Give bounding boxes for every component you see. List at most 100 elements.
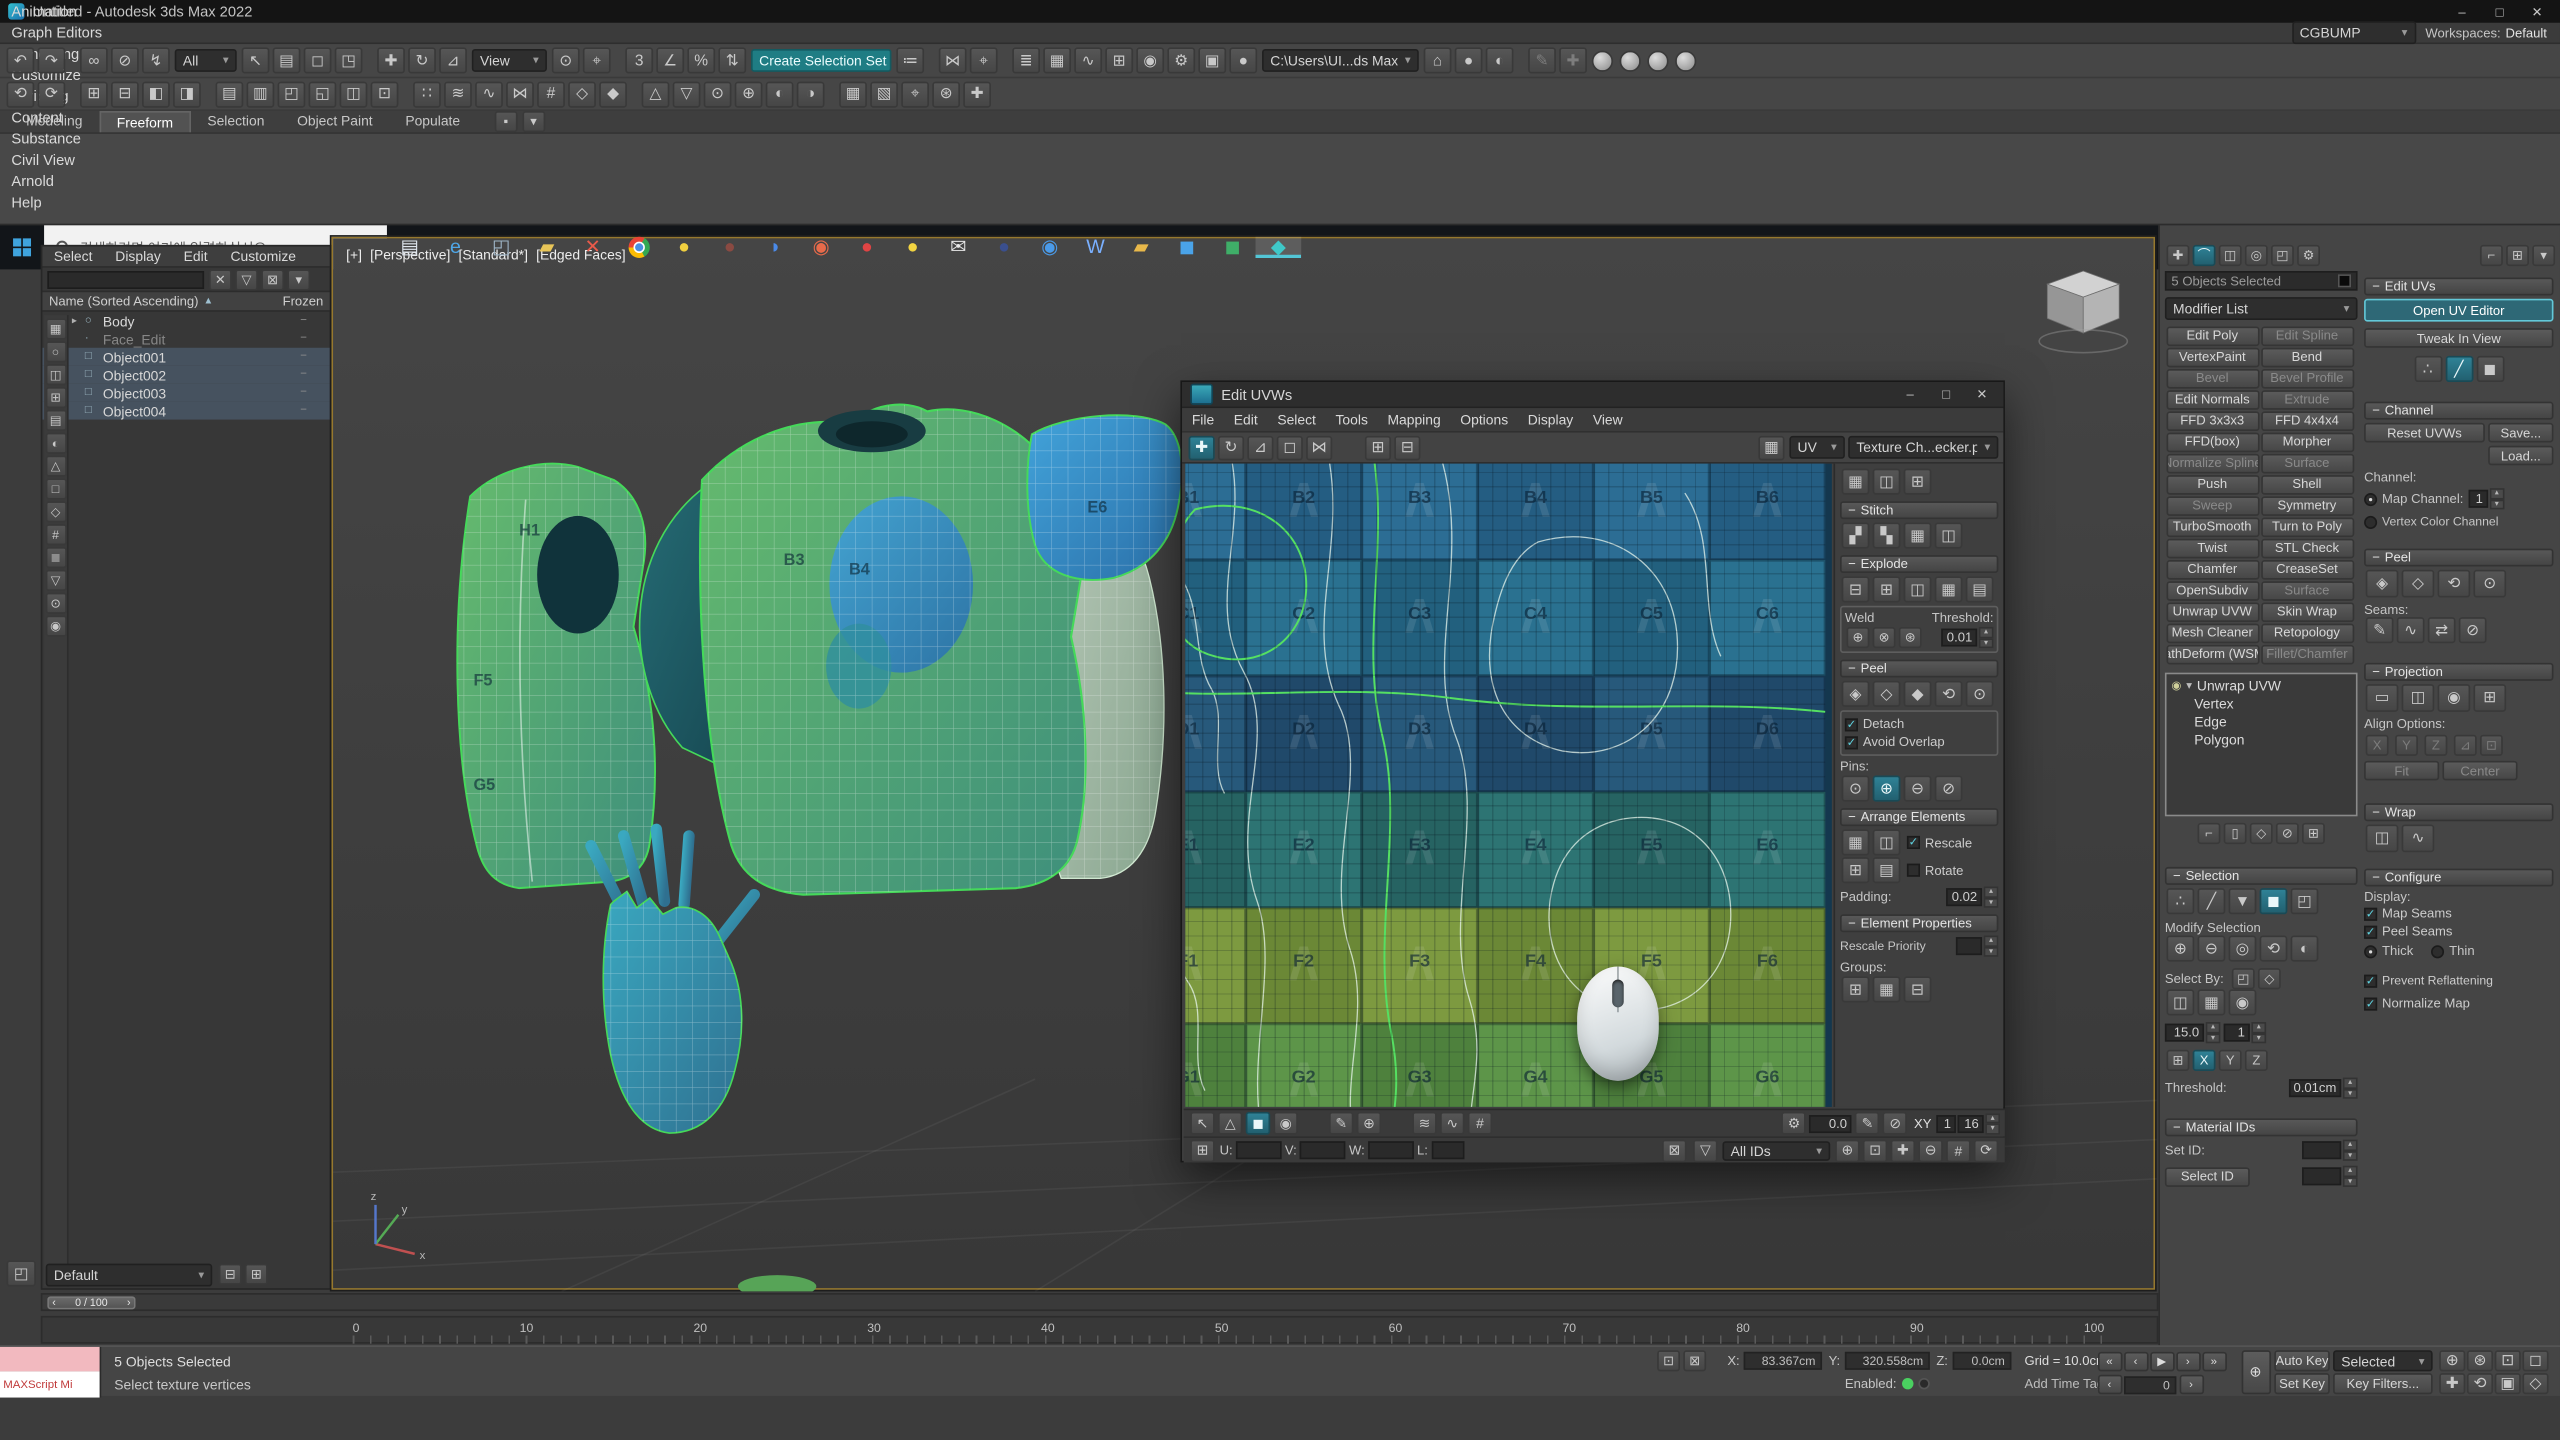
grid-size-value[interactable]: 16 <box>1958 1114 1984 1132</box>
frozen-column-header[interactable]: Frozen <box>283 294 324 309</box>
yellow-app-icon[interactable]: ● <box>661 237 707 258</box>
flatten-icon[interactable]: ▤ <box>1966 576 1994 602</box>
undo-icon[interactable]: ↶ <box>7 47 35 73</box>
name-column-header[interactable]: Name (Sorted Ascending) <box>49 294 199 309</box>
extras-icon-28[interactable]: ⌖ <box>901 81 929 107</box>
u-field[interactable] <box>1236 1141 1282 1159</box>
uvw-maximize-button[interactable]: □ <box>1931 384 1960 404</box>
ribbon-tab[interactable]: Selection <box>191 110 281 131</box>
peel-reset2-icon[interactable]: ⟲ <box>2438 570 2471 598</box>
loop-icon[interactable]: ⟲ <box>2260 936 2288 962</box>
wrap-cylinder-icon[interactable]: ◫ <box>2366 824 2399 852</box>
extras-icon-19[interactable]: ◆ <box>599 81 627 107</box>
extras-icon-3[interactable]: ⊞ <box>80 81 108 107</box>
extras-icon-22[interactable]: ⊙ <box>704 81 732 107</box>
uv-brush-icon[interactable]: ✎ <box>1855 1112 1879 1135</box>
isolate-selection-icon[interactable]: ⊡ <box>1657 1350 1680 1371</box>
rect-selection-icon[interactable]: ◻ <box>304 47 332 73</box>
explorer-search-input[interactable] <box>47 270 204 288</box>
modifier-button[interactable]: Surface <box>2260 453 2353 473</box>
modifier-button[interactable]: FFD 3x3x3 <box>2166 411 2259 431</box>
uv-move-icon[interactable]: ✚ <box>1189 435 1215 459</box>
configure-sets-icon[interactable]: ⊞ <box>2302 823 2325 844</box>
selection-set-key-dropdown[interactable]: Selected▾ <box>2333 1350 2433 1371</box>
viewcube[interactable] <box>2039 271 2127 353</box>
set-keys-button[interactable]: ⊕ <box>2241 1350 2270 1394</box>
material-ball-1-icon[interactable]: ● <box>1592 50 1613 71</box>
weld-all-icon[interactable]: ⊛ <box>1899 627 1922 648</box>
listener-macro-row[interactable] <box>0 1347 100 1371</box>
unlink-icon[interactable]: ⊘ <box>111 47 139 73</box>
map-channel-radio[interactable] <box>2364 492 2377 505</box>
modifier-button[interactable]: Mesh Cleaner <box>2166 623 2259 643</box>
extras-icon-7[interactable]: ▤ <box>216 81 244 107</box>
layer-manager-icon[interactable]: ≣ <box>1012 47 1040 73</box>
map-channel-value[interactable]: 1 <box>2468 490 2488 508</box>
reference-coordinate-dropdown[interactable]: View▾ <box>472 49 547 72</box>
explorer-footer-1-icon[interactable]: ⊟ <box>219 1264 242 1285</box>
explorer-tool-1-icon[interactable]: ▦ <box>45 318 66 339</box>
ribbon-tab[interactable]: Object Paint <box>281 110 389 131</box>
select-id-spinner[interactable]: ▴▾ <box>2302 1166 2358 1187</box>
edge-app-icon[interactable]: e <box>433 237 479 258</box>
snap-toggle-icon[interactable]: 3 <box>625 47 653 73</box>
w-field[interactable] <box>1368 1141 1414 1159</box>
configure-rollout-header[interactable]: −Configure <box>2364 869 2553 887</box>
extras-icon-12[interactable]: ⊡ <box>371 81 399 107</box>
maxscript-mini-listener[interactable]: MAXScript Mi <box>0 1347 101 1398</box>
open-uv-editor-button[interactable]: Open UV Editor <box>2364 299 2553 322</box>
map-channel-spinner[interactable]: 1▴▾ <box>2468 488 2504 509</box>
grid-size-spinner[interactable]: 16▴▾ <box>1958 1113 2000 1134</box>
spinner-up-icon[interactable]: ▴ <box>1984 887 1999 898</box>
modifier-button[interactable]: Unwrap UVW <box>2166 602 2259 622</box>
weld-selected-icon[interactable]: ⊕ <box>1847 627 1870 648</box>
arrange-elements-section-header[interactable]: −Arrange Elements <box>1840 808 1998 826</box>
maroon-app-icon[interactable]: ● <box>707 237 753 258</box>
extras-icon-11[interactable]: ◫ <box>340 81 368 107</box>
uv-zoom-region-icon[interactable]: ⊡ <box>1863 1139 1887 1162</box>
listener-script-row[interactable]: MAXScript Mi <box>0 1371 100 1397</box>
explorer-tool-14-icon[interactable]: ◉ <box>45 616 66 637</box>
spinner-down-icon[interactable]: ▾ <box>2343 1088 2358 1099</box>
falloff-type-icon[interactable]: ◉ <box>1273 1112 1297 1135</box>
motion-tab-icon[interactable]: ◎ <box>2245 245 2268 266</box>
settings-app-icon[interactable]: ◰ <box>478 237 524 258</box>
paint-select-icon[interactable]: ✎ <box>1329 1112 1353 1135</box>
uv-zoom-icon[interactable]: ⊖ <box>1918 1139 1942 1162</box>
rearrange-icon[interactable]: ⊞ <box>1842 857 1870 883</box>
spinner-up-icon[interactable]: ▴ <box>2251 1022 2266 1033</box>
filter-funnel-icon[interactable]: ▽ <box>235 269 258 290</box>
planar-angle-icon[interactable]: ◇ <box>2258 968 2281 989</box>
schematic-view-icon[interactable]: ⊞ <box>1105 47 1133 73</box>
pack-icon[interactable]: ◫ <box>1873 469 1901 495</box>
ignore-backfacing-icon[interactable]: ◐ <box>2291 936 2319 962</box>
modifier-button[interactable]: TurboSmooth <box>2166 517 2259 537</box>
spinner-snap-icon[interactable]: ⇅ <box>718 47 746 73</box>
mirror-icon[interactable]: ⋈ <box>939 47 967 73</box>
excel-app-icon[interactable]: ◼ <box>1210 237 1256 258</box>
uvw-minimize-button[interactable]: – <box>1896 384 1925 404</box>
uv-shrink-icon[interactable]: ⊟ <box>1394 435 1420 459</box>
zoom-view-icon[interactable]: ⊕ <box>2439 1350 2465 1371</box>
menu-item[interactable]: Animation <box>0 1 114 22</box>
modifier-button[interactable]: PathDeform (WSM) <box>2166 644 2259 664</box>
separator[interactable] <box>204 81 212 107</box>
texture-dropdown[interactable]: Texture Ch...ecker.png▾ <box>1848 436 1998 459</box>
modifier-button[interactable]: Extrude <box>2260 389 2353 409</box>
uvw-menu-item[interactable]: Tools <box>1326 409 1378 430</box>
edit-named-sets-icon[interactable]: ≔ <box>896 47 924 73</box>
material-ball-2-icon[interactable]: ● <box>1620 50 1641 71</box>
extras-icon-16[interactable]: ⋈ <box>506 81 534 107</box>
lscm-icon[interactable]: ◆ <box>1904 681 1932 707</box>
model-fragment[interactable] <box>738 1275 816 1291</box>
extras-icon-13[interactable]: ∷ <box>413 81 441 107</box>
modifier-button[interactable]: Shell <box>2260 474 2353 494</box>
auto-key-button[interactable]: Auto Key <box>2274 1350 2330 1371</box>
select-move-icon[interactable]: ✚ <box>377 47 405 73</box>
messenger-app-icon[interactable]: ◗ <box>753 237 799 258</box>
set-id-spinner[interactable]: ▴▾ <box>2302 1140 2358 1161</box>
modifier-button[interactable]: Skin Wrap <box>2260 602 2353 622</box>
scene-object-row[interactable]: · Face_Edit − <box>42 330 329 348</box>
axis-y-icon[interactable]: Y <box>2219 1050 2242 1071</box>
uvw-title-bar[interactable]: Edit UVWs – □ ✕ <box>1182 382 2003 408</box>
